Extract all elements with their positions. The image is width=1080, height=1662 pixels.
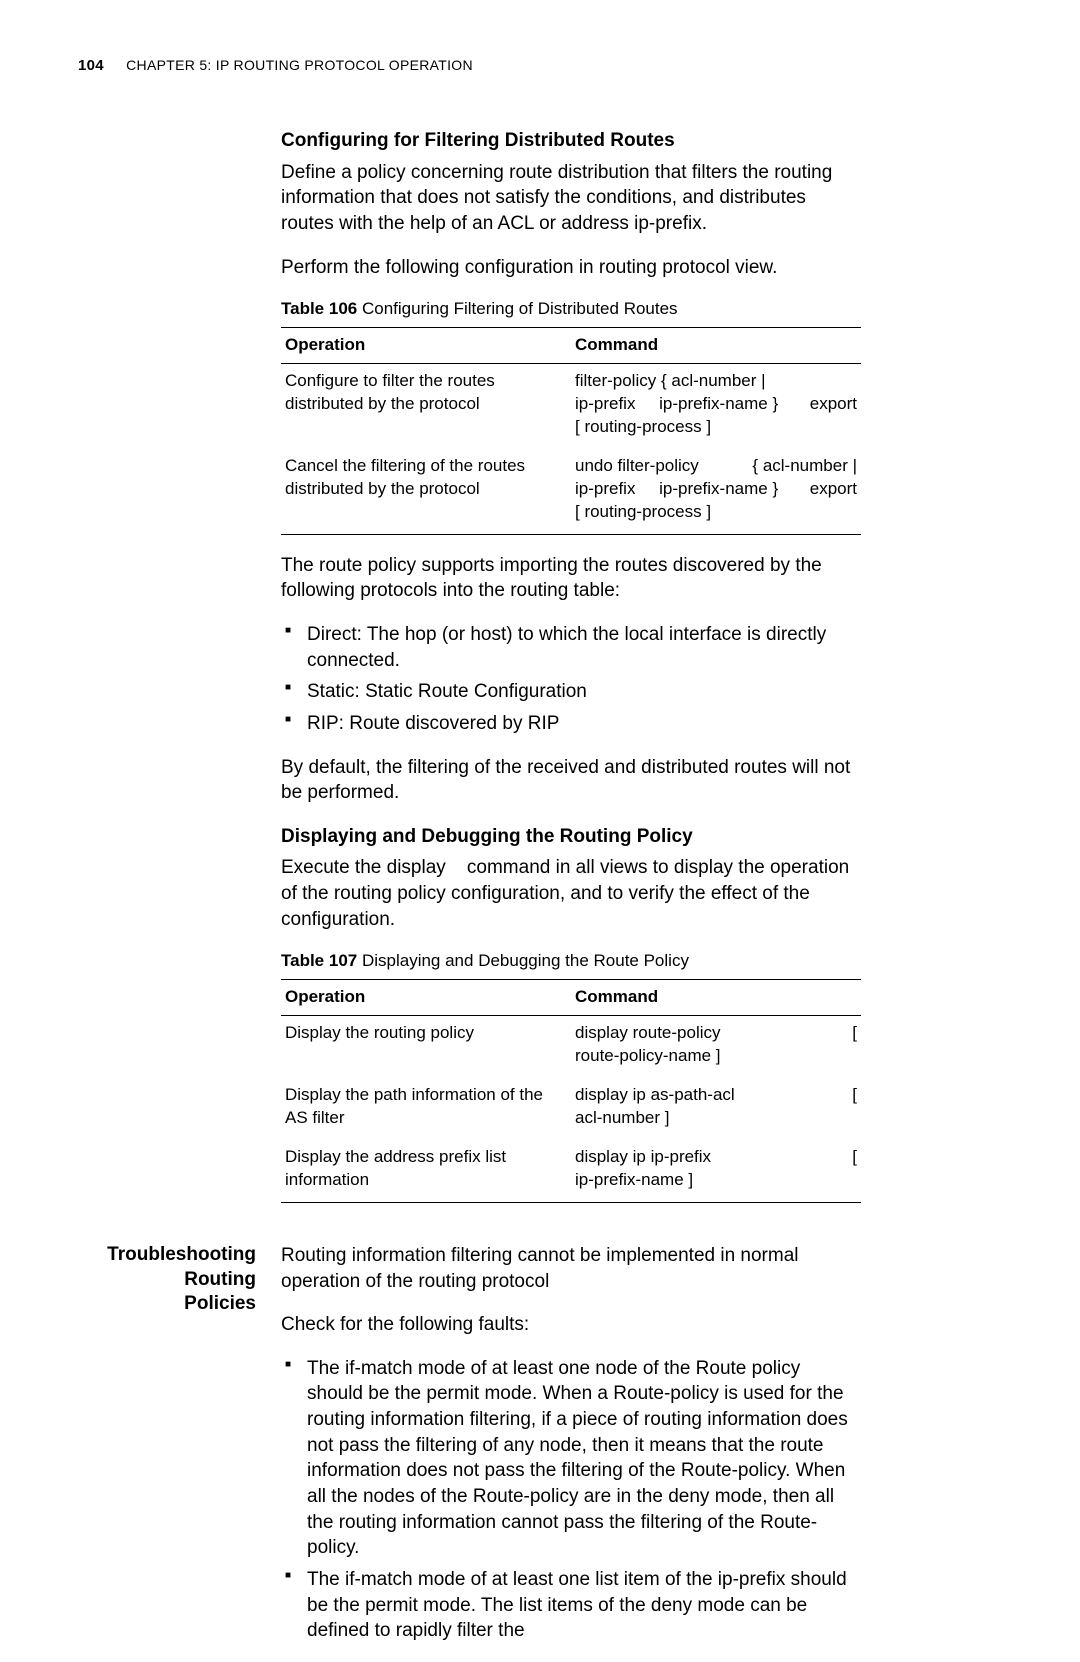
t106-r2c2-l2a: ip-prefix [575, 479, 635, 498]
page-number: 104 [78, 57, 104, 74]
section1-p3: The route policy supports importing the … [281, 553, 861, 604]
list-item: The if-match mode of at least one node o… [281, 1356, 861, 1561]
section2-title: Displaying and Debugging the Routing Pol… [281, 824, 861, 850]
list-item: Static: Static Route Configuration [281, 679, 861, 705]
t107-r3c2c: ip-prefix-name ] [575, 1170, 693, 1189]
t106-r2c2-l1a: undo filter-policy [575, 455, 744, 478]
t106-r1c2-l2a: ip-prefix [575, 394, 635, 413]
main-content: Configuring for Filtering Distributed Ro… [281, 128, 861, 1662]
section1-p2: Perform the following configuration in r… [281, 255, 861, 281]
table107-r3c2: display ip ip-prefix[ ip-prefix-name ] [571, 1140, 861, 1202]
table106-r1c1: Configure to filter the routes distribut… [281, 364, 571, 449]
table107-row3: Display the address prefix list informat… [281, 1140, 861, 1202]
t106-r1c2-l2b: ip-prefix-name } [659, 394, 778, 413]
t106-r2c2-l1b: { acl-number | [744, 455, 857, 478]
table107-caption-bold: Table 107 [281, 951, 357, 970]
chapter-title: CHAPTER 5: IP ROUTING PROTOCOL OPERATION [126, 57, 473, 73]
table107-r2c2: display ip as-path-acl[ acl-number ] [571, 1078, 861, 1140]
t106-r2c2-l2b: ip-prefix-name } [659, 479, 778, 498]
side-label-line1: Troubleshooting Routing [66, 1243, 256, 1292]
t106-r1c2-l1: filter-policy { acl-number | [575, 371, 766, 390]
list-item: RIP: Route discovered by RIP [281, 711, 861, 737]
table107: Operation Command Display the routing po… [281, 979, 861, 1203]
t107-r1c2b: [ [844, 1022, 857, 1045]
section2-p1a: Execute the [281, 857, 387, 878]
t107-r3c2b: [ [844, 1146, 857, 1169]
section1-p4: By default, the filtering of the receive… [281, 755, 861, 806]
section2-p1: Execute the display command in all views… [281, 855, 861, 932]
section1-title: Configuring for Filtering Distributed Ro… [281, 128, 861, 154]
table107-row1: Display the routing policy display route… [281, 1016, 861, 1078]
t106-r1c2-l3: [ routing-process ] [575, 417, 711, 436]
section2-p1-cmd: display [387, 857, 446, 878]
t107-r2c2b: [ [844, 1084, 857, 1107]
table106-th-operation: Operation [281, 328, 571, 364]
table107-caption-rest: Displaying and Debugging the Route Polic… [357, 951, 689, 970]
section1-p1: Define a policy concerning route distrib… [281, 160, 861, 237]
table107-r1c2: display route-policy[ route-policy-name … [571, 1016, 861, 1078]
table106-row1: Configure to filter the routes distribut… [281, 364, 861, 449]
table107-caption: Table 107 Displaying and Debugging the R… [281, 950, 861, 973]
table106-r2c2: undo filter-policy { acl-number | ip-pre… [571, 449, 861, 534]
section3-p1: Routing information filtering cannot be … [281, 1243, 861, 1294]
t106-r2c2-l2c: export [802, 478, 857, 501]
table106-row2: Cancel the filtering of the routes distr… [281, 449, 861, 534]
table107-r2c1: Display the path information of the AS f… [281, 1078, 571, 1140]
t107-r1c2c: route-policy-name ] [575, 1046, 721, 1065]
t107-r1c2a: display route-policy [575, 1022, 844, 1045]
section1-list: Direct: The hop (or host) to which the l… [281, 622, 861, 737]
section3-list: The if-match mode of at least one node o… [281, 1356, 861, 1644]
table106-r1c2: filter-policy { acl-number | ip-prefix i… [571, 364, 861, 449]
table107-r1c1: Display the routing policy [281, 1016, 571, 1078]
section3-p2: Check for the following faults: [281, 1312, 861, 1338]
list-item: Direct: The hop (or host) to which the l… [281, 622, 861, 673]
page-header: 104 CHAPTER 5: IP ROUTING PROTOCOL OPERA… [78, 56, 1002, 80]
table107-row2: Display the path information of the AS f… [281, 1078, 861, 1140]
table107-th-operation: Operation [281, 980, 571, 1016]
table106-caption: Table 106 Configuring Filtering of Distr… [281, 298, 861, 321]
side-label-troubleshooting: Troubleshooting Routing Policies [66, 1243, 256, 1317]
t106-r1c2-l2c: export [802, 393, 857, 416]
table106-r2c1: Cancel the filtering of the routes distr… [281, 449, 571, 534]
page: 104 CHAPTER 5: IP ROUTING PROTOCOL OPERA… [0, 0, 1080, 1397]
table107-r3c1: Display the address prefix list informat… [281, 1140, 571, 1202]
t107-r2c2c: acl-number ] [575, 1108, 669, 1127]
table106-caption-rest: Configuring Filtering of Distributed Rou… [357, 299, 677, 318]
table106: Operation Command Configure to filter th… [281, 327, 861, 535]
list-item: The if-match mode of at least one list i… [281, 1567, 861, 1644]
table107-th-command: Command [571, 980, 861, 1016]
t106-r2c2-l3: [ routing-process ] [575, 502, 711, 521]
t107-r3c2a: display ip ip-prefix [575, 1146, 844, 1169]
side-label-line2: Policies [66, 1292, 256, 1317]
table106-caption-bold: Table 106 [281, 299, 357, 318]
table106-th-command: Command [571, 328, 861, 364]
t107-r2c2a: display ip as-path-acl [575, 1084, 844, 1107]
